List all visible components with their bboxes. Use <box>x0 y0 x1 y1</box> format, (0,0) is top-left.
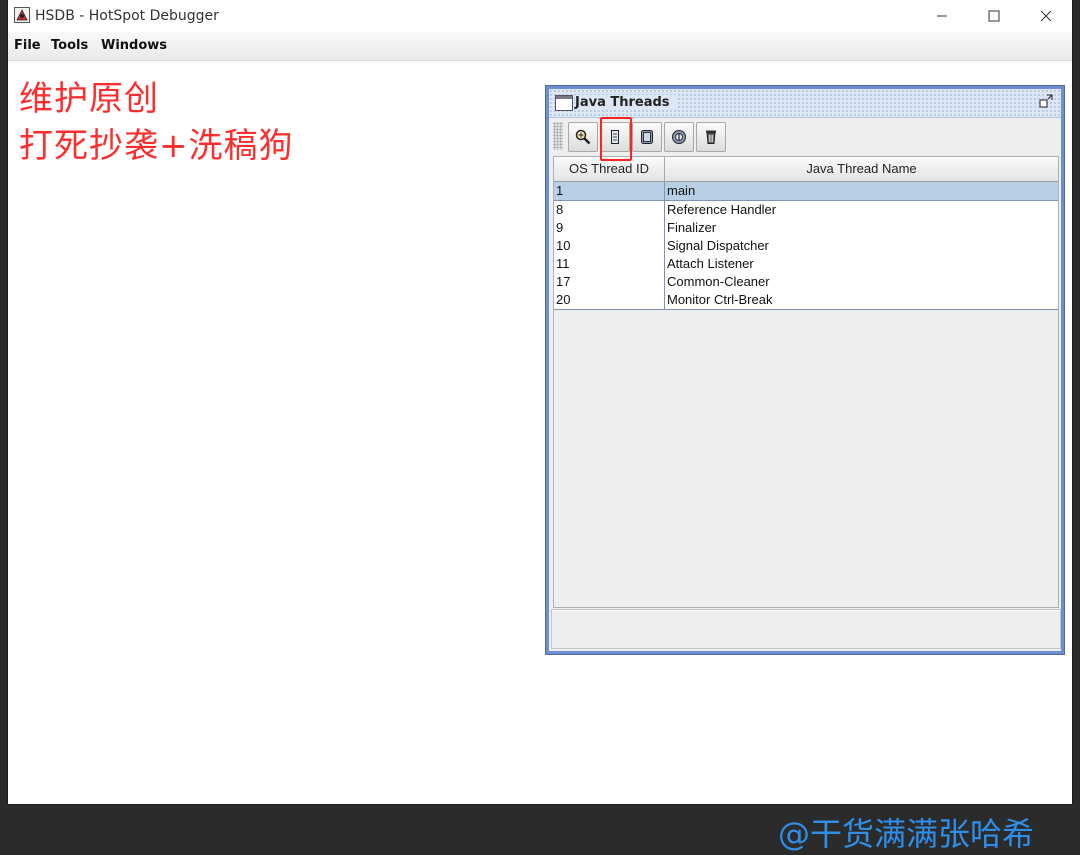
delete-button[interactable] <box>696 122 726 152</box>
cell-thread-name: Finalizer <box>667 220 717 235</box>
author-watermark: @干货满满张哈希 <box>778 815 1035 853</box>
desktop-area: 维护原创 打死抄袭+洗稿狗 Java Threads OS Thread ID … <box>8 61 1072 853</box>
java-threads-frame: Java Threads OS Thread ID Java Thread Na… <box>545 85 1065 655</box>
inspect-icon <box>575 129 591 145</box>
table-row[interactable]: 20 Monitor Ctrl-Break <box>554 291 1058 310</box>
cell-thread-name: main <box>667 183 696 198</box>
cell-thread-name: Reference Handler <box>667 202 777 217</box>
cell-thread-name: Attach Listener <box>667 256 754 271</box>
hsdb-window: HSDB - HotSpot Debugger File Tools Windo… <box>8 0 1072 853</box>
menu-tools[interactable]: Tools <box>51 38 88 53</box>
cell-thread-id: 20 <box>554 291 665 309</box>
frame-window-icon <box>555 95 573 111</box>
close-icon <box>1040 10 1052 22</box>
cell-thread-name: Common-Cleaner <box>667 274 770 289</box>
java-threads-status-panel <box>551 609 1061 649</box>
cell-thread-id: 10 <box>554 237 665 255</box>
inspect-thread-button[interactable] <box>568 122 598 152</box>
info-button[interactable] <box>664 122 694 152</box>
table-row[interactable]: 1 main <box>554 182 1058 201</box>
menu-bar: File Tools Windows <box>8 32 1072 61</box>
window-title: HSDB - HotSpot Debugger <box>35 8 219 24</box>
cell-thread-id: 11 <box>554 255 665 273</box>
overlay-caption-line2: 打死抄袭+洗稿狗 <box>19 126 294 166</box>
memory-icon <box>641 130 653 144</box>
frame-maximize-icon[interactable] <box>1037 94 1055 112</box>
cell-thread-name: Monitor Ctrl-Break <box>667 292 773 307</box>
table-row[interactable]: 8 Reference Handler <box>554 201 1058 220</box>
annotation-highlight-box <box>600 117 632 161</box>
column-header-java-thread-name[interactable]: Java Thread Name <box>665 157 1058 181</box>
menu-file[interactable]: File <box>14 38 41 53</box>
table-row[interactable]: 17 Common-Cleaner <box>554 273 1058 292</box>
table-row[interactable]: 10 Signal Dispatcher <box>554 237 1058 256</box>
threads-table: OS Thread ID Java Thread Name 1 main 8 R… <box>553 156 1059 608</box>
table-row[interactable]: 11 Attach Listener <box>554 255 1058 274</box>
java-threads-titlebar[interactable]: Java Threads <box>549 89 1061 118</box>
maximize-icon <box>988 10 1000 22</box>
minimize-button[interactable] <box>916 0 968 32</box>
cell-thread-id: 8 <box>554 201 665 219</box>
memory-button[interactable] <box>632 122 662 152</box>
table-row[interactable]: 9 Finalizer <box>554 219 1058 238</box>
delete-icon <box>706 130 716 144</box>
info-icon <box>672 130 686 144</box>
java-app-icon <box>14 7 30 23</box>
cell-thread-id: 1 <box>554 182 665 200</box>
maximize-button[interactable] <box>968 0 1020 32</box>
cell-thread-id: 17 <box>554 273 665 291</box>
minimize-icon <box>937 15 947 17</box>
toolbar-grip[interactable] <box>553 122 563 150</box>
cell-thread-id: 9 <box>554 219 665 237</box>
java-threads-title: Java Threads <box>575 95 676 110</box>
overlay-caption-line1: 维护原创 <box>19 79 159 119</box>
close-button[interactable] <box>1020 0 1072 32</box>
window-titlebar[interactable]: HSDB - HotSpot Debugger <box>8 0 1072 32</box>
menu-windows[interactable]: Windows <box>101 38 167 53</box>
cell-thread-name: Signal Dispatcher <box>667 238 769 253</box>
